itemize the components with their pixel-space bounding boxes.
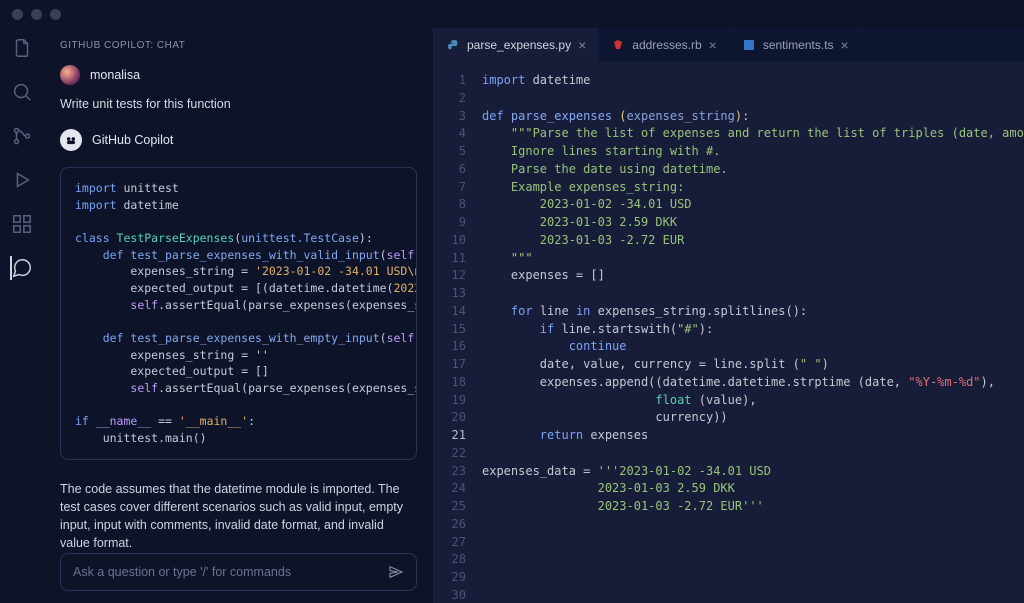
line-number-gutter: 1234567891011121314151617181920212223242… [434,62,476,603]
tab-addresses[interactable]: addresses.rb × [599,28,730,62]
chat-user-prompt: Write unit tests for this function [60,97,417,111]
copilot-chat-icon[interactable] [10,256,34,280]
editor-group: parse_expenses.py × addresses.rb × senti… [434,28,1024,603]
chat-username: monalisa [90,68,140,82]
close-icon[interactable]: × [578,37,586,53]
extensions-icon[interactable] [10,212,34,236]
traffic-lights [12,9,61,20]
chat-input[interactable] [73,565,380,579]
ruby-file-icon [611,38,625,52]
close-icon[interactable]: × [709,37,717,53]
tab-label: sentiments.ts [763,38,834,52]
chat-panel-title: GITHUB COPILOT: CHAT [44,32,433,65]
typescript-file-icon [742,38,756,52]
chat-code-block[interactable]: import unittest import datetime class Te… [60,167,417,460]
python-file-icon [446,38,460,52]
tab-label: addresses.rb [632,38,701,52]
editor-body[interactable]: 1234567891011121314151617181920212223242… [434,62,1024,603]
chat-explanation: The code assumes that the datetime modul… [60,480,417,553]
code-area[interactable]: import datetime def parse_expenses (expe… [476,62,1024,603]
send-icon[interactable] [388,564,404,580]
chat-bot-row: GitHub Copilot [60,129,417,151]
search-icon[interactable] [10,80,34,104]
minimize-window-icon[interactable] [31,9,42,20]
user-avatar [60,65,80,85]
chat-panel: GITHUB COPILOT: CHAT monalisa Write unit… [44,28,434,603]
chat-input-container[interactable] [60,553,417,591]
window-titlebar [0,0,1024,28]
source-control-icon[interactable] [10,124,34,148]
chat-user-row: monalisa [60,65,417,85]
tab-parse-expenses[interactable]: parse_expenses.py × [434,28,599,62]
close-window-icon[interactable] [12,9,23,20]
activity-bar [0,28,44,603]
editor-tabbar: parse_expenses.py × addresses.rb × senti… [434,28,1024,62]
copilot-avatar-icon [60,129,82,151]
run-debug-icon[interactable] [10,168,34,192]
chat-bot-name: GitHub Copilot [92,133,173,147]
close-icon[interactable]: × [841,37,849,53]
tab-sentiments[interactable]: sentiments.ts × [730,28,862,62]
tab-label: parse_expenses.py [467,38,571,52]
zoom-window-icon[interactable] [50,9,61,20]
explorer-icon[interactable] [10,36,34,60]
